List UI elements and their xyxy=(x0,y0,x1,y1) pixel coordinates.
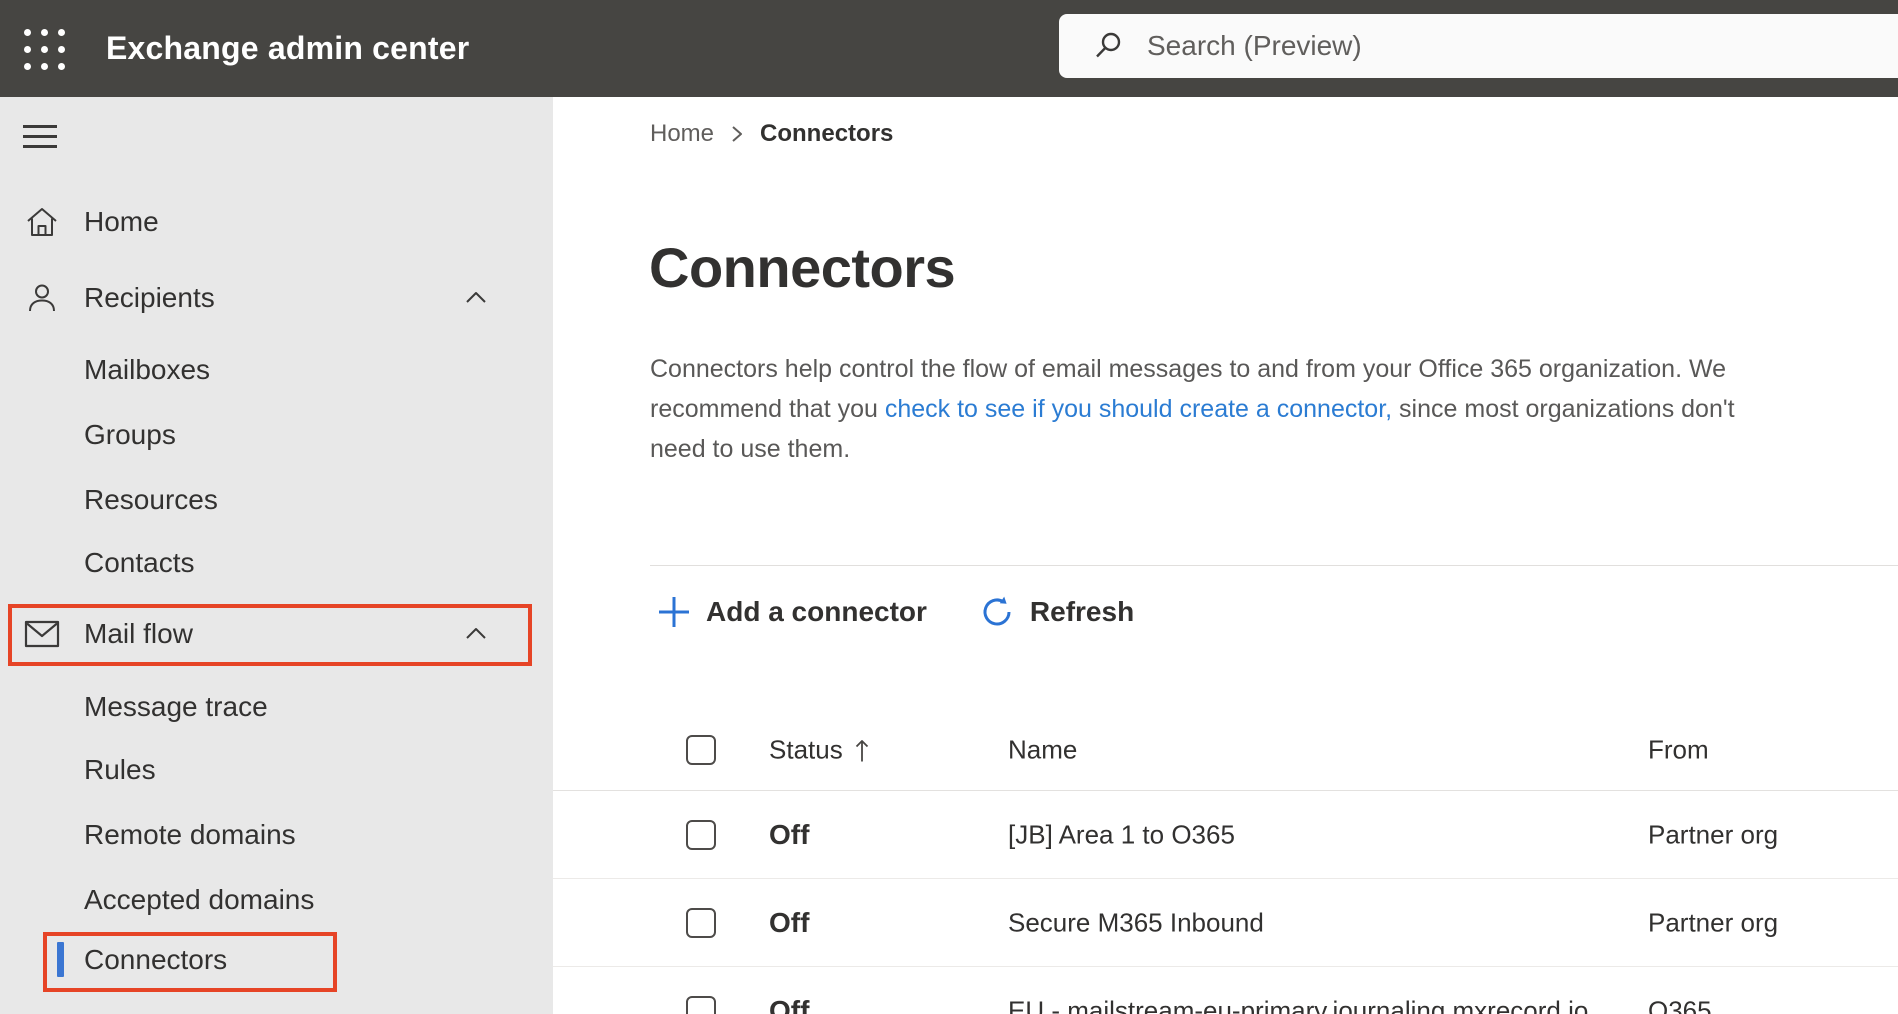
main-content: Home Connectors Connectors Connectors he… xyxy=(553,97,1898,1014)
table-row[interactable]: Off EU - mailstream-eu-primary.journalin… xyxy=(553,967,1898,1014)
sidebar-item-label: Mailboxes xyxy=(84,354,211,385)
sidebar-item-label: Groups xyxy=(84,419,176,450)
sidebar-item-label: Mail flow xyxy=(84,618,193,649)
create-connector-link[interactable]: check to see if you should create a conn… xyxy=(885,395,1392,423)
hamburger-icon xyxy=(23,125,57,128)
sidebar-item-label: Remote domains xyxy=(84,819,296,850)
sidebar-item-label: Message trace xyxy=(84,691,268,722)
from-cell: O365 xyxy=(1648,995,1712,1014)
refresh-icon xyxy=(983,596,1011,626)
column-header-status[interactable]: Status xyxy=(769,735,871,766)
sidebar-item-contacts[interactable]: Contacts xyxy=(0,531,553,595)
toolbar-divider xyxy=(650,565,1898,566)
app-launcher-button[interactable] xyxy=(22,27,66,71)
chevron-up-icon xyxy=(463,285,489,311)
row-checkbox[interactable] xyxy=(686,819,716,850)
mail-icon xyxy=(24,616,60,652)
sidebar-item-mail-flow[interactable]: Mail flow xyxy=(0,602,553,666)
breadcrumb-chevron-icon xyxy=(732,126,743,142)
breadcrumb-current: Connectors xyxy=(760,120,894,147)
sidebar-item-accepted-domains[interactable]: Accepted domains xyxy=(0,868,553,932)
refresh-button[interactable]: Refresh xyxy=(979,594,1134,630)
home-icon xyxy=(24,204,60,240)
sidebar-item-label: Accepted domains xyxy=(84,884,315,915)
plus-icon xyxy=(659,597,689,627)
status-cell: Off xyxy=(769,818,810,850)
search-icon xyxy=(1096,32,1121,58)
page-description: Connectors help control the flow of emai… xyxy=(650,349,1735,469)
row-checkbox[interactable] xyxy=(686,995,716,1014)
sidebar-item-label: Contacts xyxy=(84,547,195,578)
sidebar-item-rules[interactable]: Rules xyxy=(0,738,553,802)
refresh-label: Refresh xyxy=(1029,596,1135,627)
sidebar-item-label: Connectors xyxy=(84,944,228,975)
name-cell: EU - mailstream-eu-primary.journaling.mx… xyxy=(1008,995,1589,1014)
description-line-2: recommend that you check to see if you s… xyxy=(650,395,1735,423)
search-box[interactable] xyxy=(1059,14,1898,78)
sidebar-item-message-trace[interactable]: Message trace xyxy=(0,675,553,739)
sidebar: Home Recipients Mailboxes Groups Resourc… xyxy=(0,97,553,1014)
sidebar-item-label: Home xyxy=(84,206,159,237)
top-app-bar: Exchange admin center xyxy=(0,0,1898,97)
sidebar-item-home[interactable]: Home xyxy=(0,190,553,254)
add-connector-label: Add a connector xyxy=(706,596,927,627)
search-input[interactable] xyxy=(1145,29,1898,63)
column-header-name[interactable]: Name xyxy=(1008,735,1077,766)
breadcrumb: Home Connectors xyxy=(650,119,893,149)
exchange-admin-center-window: Exchange admin center Home xyxy=(0,0,1898,1014)
from-cell: Partner org xyxy=(1648,819,1779,849)
page-title: Connectors xyxy=(649,236,956,299)
description-line-1: Connectors help control the flow of emai… xyxy=(650,355,1727,383)
row-checkbox[interactable] xyxy=(686,907,716,938)
name-cell: [JB] Area 1 to O365 xyxy=(1008,819,1235,849)
column-header-from[interactable]: From xyxy=(1648,735,1709,766)
status-cell: Off xyxy=(769,994,810,1014)
nav-toggle-button[interactable] xyxy=(23,125,57,149)
sidebar-item-recipients[interactable]: Recipients xyxy=(0,266,553,330)
status-cell: Off xyxy=(769,906,810,938)
table-row[interactable]: Off [JB] Area 1 to O365 Partner org xyxy=(553,791,1898,879)
chevron-up-icon xyxy=(463,621,489,647)
command-bar: Add a connector Refresh xyxy=(657,580,1134,644)
app-title: Exchange admin center xyxy=(106,30,470,66)
connectors-table: Status Name From Off [JB] Area 1 to O365 xyxy=(553,710,1898,1014)
sidebar-item-label: Resources xyxy=(84,484,218,515)
sort-ascending-icon xyxy=(855,739,868,761)
sidebar-item-connectors[interactable]: Connectors xyxy=(0,928,553,992)
table-row[interactable]: Off Secure M365 Inbound Partner org xyxy=(553,879,1898,967)
person-icon xyxy=(24,280,60,316)
sidebar-item-label: Recipients xyxy=(84,282,215,313)
breadcrumb-home-link[interactable]: Home xyxy=(650,120,714,148)
sidebar-item-remote-domains[interactable]: Remote domains xyxy=(0,803,553,867)
waffle-icon xyxy=(23,28,31,36)
name-cell: Secure M365 Inbound xyxy=(1008,907,1264,937)
description-line-3: need to use them. xyxy=(650,435,851,463)
from-cell: Partner org xyxy=(1648,907,1779,937)
sidebar-item-mailboxes[interactable]: Mailboxes xyxy=(0,338,553,402)
table-header-row: Status Name From xyxy=(553,710,1898,791)
sidebar-item-groups[interactable]: Groups xyxy=(0,403,553,467)
sidebar-item-resources[interactable]: Resources xyxy=(0,468,553,532)
add-connector-button[interactable]: Add a connector xyxy=(657,595,927,629)
select-all-checkbox[interactable] xyxy=(686,735,716,765)
sidebar-item-label: Rules xyxy=(84,754,156,785)
